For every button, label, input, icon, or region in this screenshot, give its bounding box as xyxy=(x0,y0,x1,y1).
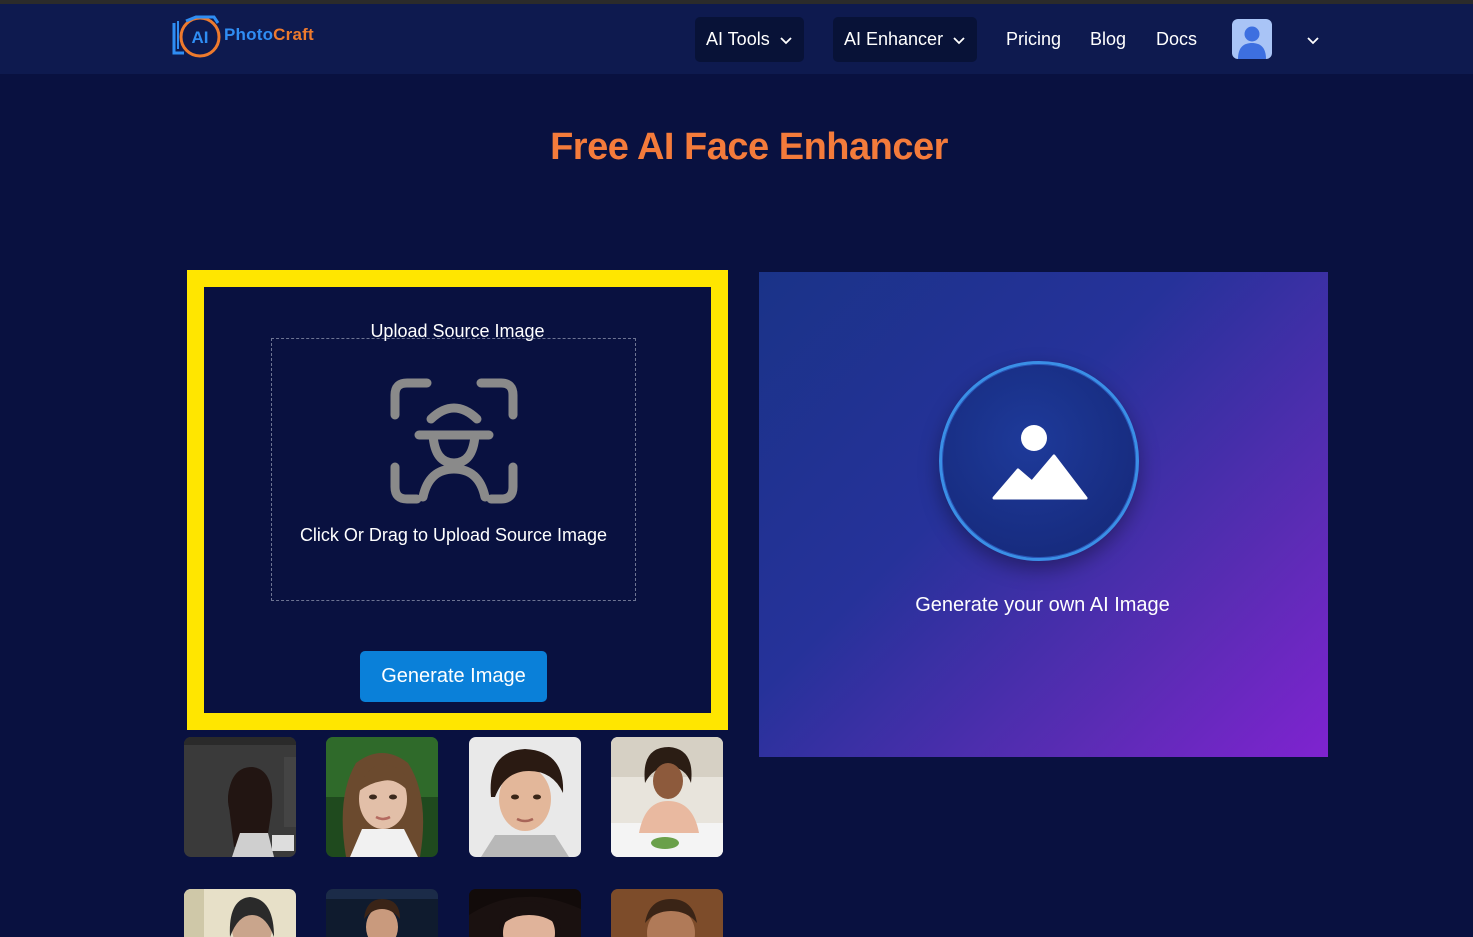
preview-placeholder xyxy=(939,361,1139,561)
sample-portrait-8 xyxy=(611,889,723,937)
image-placeholder-icon xyxy=(992,425,1088,500)
dropzone-text: Click Or Drag to Upload Source Image xyxy=(299,525,608,545)
site-header: AI PhotoCraft AI Tools AI Enhancer Prici… xyxy=(0,4,1473,74)
result-preview-panel: Generate your own AI Image xyxy=(759,272,1328,757)
sample-image-2[interactable] xyxy=(326,737,438,857)
generate-image-button[interactable]: Generate Image xyxy=(360,651,547,702)
sample-portrait-6 xyxy=(326,889,438,937)
sample-portrait-4 xyxy=(611,737,723,857)
sample-image-6[interactable] xyxy=(326,889,438,937)
logo-wordmark-part2: Craft xyxy=(273,25,314,44)
nav-ai-tools-label: AI Tools xyxy=(706,29,770,49)
sample-portrait-3 xyxy=(469,737,581,857)
nav-docs-link[interactable]: Docs xyxy=(1156,28,1197,50)
sample-image-3[interactable] xyxy=(469,737,581,857)
sample-image-8[interactable] xyxy=(611,889,723,937)
chevron-down-icon xyxy=(780,36,792,44)
sample-image-4[interactable] xyxy=(611,737,723,857)
chevron-down-icon xyxy=(953,36,965,44)
sample-image-5[interactable] xyxy=(184,889,296,937)
nav-ai-tools-dropdown[interactable]: AI Tools xyxy=(695,17,804,62)
nav-ai-enhancer-dropdown[interactable]: AI Enhancer xyxy=(833,17,978,62)
user-avatar-icon xyxy=(1238,26,1266,59)
upload-dropzone[interactable]: Click Or Drag to Upload Source Image xyxy=(271,338,636,601)
sample-portrait-2 xyxy=(326,737,438,857)
sample-image-1[interactable] xyxy=(184,737,296,857)
sample-image-7[interactable] xyxy=(469,889,581,937)
logo-wordmark: PhotoCraft xyxy=(224,25,314,45)
preview-caption: Generate your own AI Image xyxy=(915,594,1170,616)
face-scan-icon xyxy=(390,378,518,504)
logo-badge-text: AI xyxy=(192,28,209,47)
nav-pricing-link[interactable]: Pricing xyxy=(1006,28,1061,50)
account-menu-chevron-icon[interactable] xyxy=(1306,33,1320,47)
brand-logo[interactable]: AI PhotoCraft xyxy=(170,12,314,58)
nav-blog-link[interactable]: Blog xyxy=(1090,28,1126,50)
sample-portrait-5 xyxy=(184,889,296,937)
user-avatar[interactable] xyxy=(1232,19,1272,59)
page-title: Free AI Face Enhancer xyxy=(550,126,948,168)
sample-portrait-1 xyxy=(184,737,296,857)
logo-icon: AI xyxy=(170,13,222,58)
logo-wordmark-part1: Photo xyxy=(224,25,274,44)
upload-panel: Upload Source Image Click Or Drag to Upl… xyxy=(187,270,728,730)
sample-portrait-7 xyxy=(469,889,581,937)
nav-ai-enhancer-label: AI Enhancer xyxy=(844,29,944,49)
